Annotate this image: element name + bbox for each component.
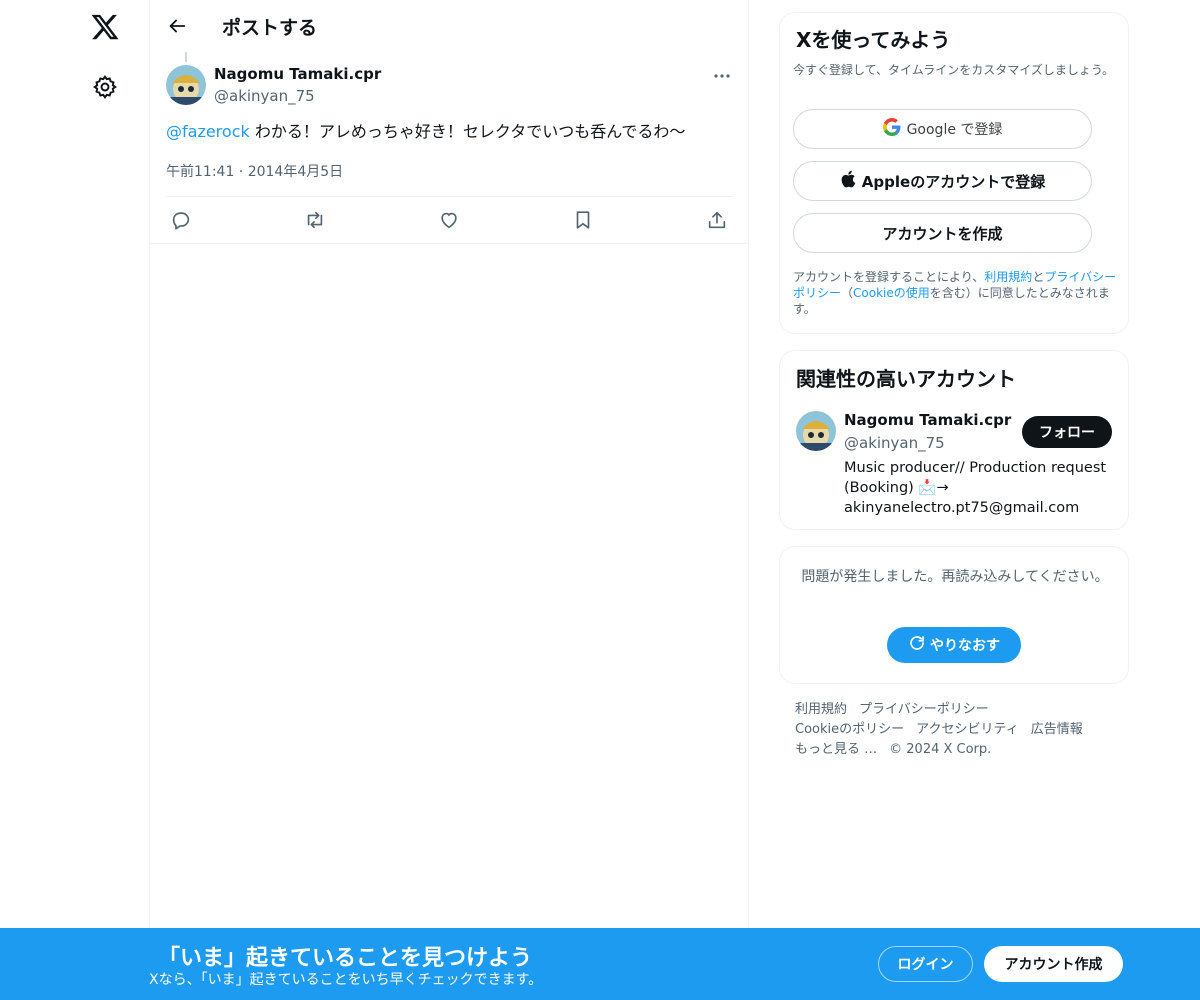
signup-card-subtitle: 今すぐ登録して、タイムラインをカスタマイズしましょう。 (793, 63, 1115, 77)
google-signup-button[interactable]: Google で登録 (793, 109, 1092, 149)
create-account-button[interactable]: アカウントを作成 (793, 213, 1092, 253)
signup-card: Xを使ってみよう 今すぐ登録して、タイムラインをカスタマイズしましょう。 Goo… (779, 12, 1129, 334)
terms-link[interactable]: 利用規約 (984, 270, 1032, 284)
post-timestamp[interactable]: 午前11:41 · 2014年4月5日 (166, 161, 343, 181)
related-account-bio: Music producer// Production request (Boo… (844, 460, 1107, 516)
share-icon[interactable] (706, 209, 728, 231)
more-icon[interactable] (712, 66, 732, 86)
settings-icon[interactable] (92, 74, 118, 100)
related-account-handle[interactable]: @akinyan_75 (844, 434, 945, 452)
footer-terms-link[interactable]: 利用規約 (795, 702, 847, 717)
error-card: 問題が発生しました。再読み込みしてください。 やりなおす (779, 546, 1129, 684)
bookmark-icon[interactable] (572, 209, 594, 231)
footer-ads-link[interactable]: 広告情報 (1031, 722, 1083, 737)
retry-button[interactable]: やりなおす (887, 627, 1021, 663)
banner-subtitle: Xなら、「いま」起きていることをいち早くチェックできます。 (149, 972, 543, 988)
footer-accessibility-link[interactable]: アクセシビリティ (916, 722, 1019, 737)
login-button[interactable]: ログイン (878, 946, 973, 982)
retry-label: やりなおす (930, 638, 1000, 654)
mention-link[interactable]: @fazerock (166, 122, 250, 141)
legal-text: アカウントを登録することにより、利用規約とプライバシーポリシー（Cookieの使… (793, 269, 1123, 317)
author-handle[interactable]: @akinyan_75 (214, 87, 315, 105)
author-name[interactable]: Nagomu Tamaki.cpr (214, 65, 381, 83)
footer-copyright: © 2024 X Corp. (889, 742, 992, 757)
post-actions (150, 197, 749, 244)
apple-icon (840, 170, 862, 192)
avatar[interactable] (796, 411, 836, 451)
footer-cookie-link[interactable]: Cookieのポリシー (795, 722, 904, 737)
google-icon (882, 118, 907, 140)
refresh-icon (908, 634, 930, 656)
error-message: 問題が発生しました。再読み込みしてください。 (801, 569, 1109, 585)
signup-button[interactable]: アカウント作成 (984, 946, 1123, 982)
thread-line (185, 52, 187, 62)
legal-and: と (1032, 270, 1045, 284)
legal-paren: （ (841, 286, 854, 300)
repost-icon[interactable] (304, 209, 326, 231)
footer-links: 利用規約 プライバシーポリシー Cookieのポリシー アクセシビリティ 広告情報 も… (795, 700, 1125, 760)
x-logo-icon[interactable] (90, 12, 120, 42)
follow-button[interactable]: フォロー (1022, 416, 1112, 448)
related-card-title: 関連性の高いアカウント (796, 367, 1016, 391)
cookie-link[interactable]: Cookieの使用 (853, 286, 930, 300)
legal-prefix: アカウントを登録することにより、 (793, 270, 985, 284)
signup-banner: 「いま」起きていることを見つけよう Xなら、「いま」起きていることをいち早くチェ… (0, 928, 1200, 1000)
page-title: ポストする (222, 17, 318, 39)
avatar[interactable] (166, 65, 206, 105)
banner-title: 「いま」起きていることを見つけよう (158, 946, 533, 971)
related-accounts-card: 関連性の高いアカウント Nagomu Tamaki.cpr @akinyan_7… (779, 350, 1129, 530)
main-column: ポストする Nagomu Tamaki.cpr @akinyan_75 @faz… (150, 0, 749, 1000)
post-body: わかる！アレめっちゃ好き！セレクタでいつも呑んでるわ〜 (249, 122, 686, 141)
post-text: @fazerock わかる！アレめっちゃ好き！セレクタでいつも呑んでるわ〜 (166, 120, 736, 144)
apple-signup-button[interactable]: Appleのアカウントで登録 (793, 161, 1092, 201)
apple-signup-label: Appleのアカウントで登録 (861, 172, 1046, 191)
google-signup-label: Google で登録 (906, 122, 1003, 138)
page-header: ポストする (150, 0, 749, 53)
footer-more-link[interactable]: もっと見る … (795, 742, 877, 757)
back-arrow-icon[interactable] (166, 15, 188, 37)
left-nav (0, 0, 150, 1000)
like-icon[interactable] (438, 209, 460, 231)
signup-card-title: Xを使ってみよう (796, 28, 951, 52)
footer-privacy-link[interactable]: プライバシーポリシー (859, 702, 989, 717)
related-account-name[interactable]: Nagomu Tamaki.cpr (844, 411, 1011, 429)
reply-icon[interactable] (170, 209, 192, 231)
